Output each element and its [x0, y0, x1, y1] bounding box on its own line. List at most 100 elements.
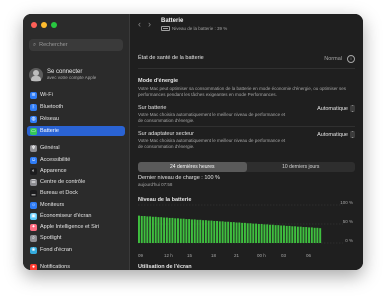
- battery-bar: [143, 216, 146, 243]
- sidebar-item-5[interactable]: ✻ Général: [27, 143, 125, 153]
- sidebar-item-label: Batterie: [40, 128, 59, 134]
- battery-bar: [299, 226, 302, 243]
- divider: [138, 126, 355, 127]
- siri-icon: ✦: [30, 223, 37, 231]
- battery-bar: [193, 219, 196, 243]
- sidebar-item-2[interactable]: ᛒ Bluetooth: [27, 102, 125, 112]
- wallpaper-icon: ❀: [30, 246, 37, 254]
- sidebar-item-11[interactable]: ▣ Économiseur d'écran: [27, 211, 125, 221]
- battery-pane: ‹ › Batterie Niveau de la batterie : 39 …: [130, 14, 363, 270]
- battery-bar: [227, 221, 230, 243]
- minimize-button[interactable]: [41, 22, 47, 28]
- sun-icon: ☼: [30, 201, 37, 209]
- battery-bar: [202, 220, 205, 243]
- sidebar-item-9[interactable]: ▁ Bureau et Dock: [27, 188, 125, 198]
- screen-usage-title: Utilisation de l'écran: [138, 264, 192, 270]
- sidebar-item-6[interactable]: ☺ Accessibilité: [27, 155, 125, 165]
- battery-bar: [151, 216, 154, 243]
- tab-10-days[interactable]: 10 derniers jours: [247, 162, 356, 172]
- page-subtitle: Niveau de la batterie : 39 %: [161, 26, 227, 31]
- on-power-value: Automatique: [317, 131, 348, 138]
- search-icon: ⌕: [33, 41, 37, 48]
- globe-icon: ◍: [30, 115, 37, 123]
- time-range-segmented-control: 24 dernières heures 10 derniers jours: [138, 162, 355, 172]
- battery-bar: [196, 219, 199, 243]
- battery-bar: [294, 226, 297, 243]
- toolbar: ‹ › Batterie Niveau de la batterie : 39 …: [130, 14, 363, 38]
- battery-bar: [171, 217, 174, 243]
- sidebar-item-label: Bureau et Dock: [40, 190, 78, 196]
- popup-arrows-icon: ⌃ ⌄: [350, 104, 355, 113]
- battery-bar: [241, 222, 244, 243]
- sidebar-item-4[interactable]: ▭ Batterie: [27, 126, 125, 136]
- accessibility-icon: ☺: [30, 156, 37, 164]
- search-field[interactable]: ⌕ Rechercher: [29, 39, 123, 51]
- sidebar-item-13[interactable]: ⌕ Spotlight: [27, 233, 125, 243]
- battery-bar: [302, 227, 305, 243]
- battery-bar: [154, 216, 157, 243]
- battery-bar: [249, 223, 252, 243]
- battery-bar: [266, 224, 269, 243]
- battery-bar: [274, 225, 277, 243]
- battery-bar: [252, 223, 255, 243]
- forward-icon[interactable]: ›: [148, 19, 151, 29]
- window-controls: [31, 22, 57, 28]
- battery-health-row: État de santé de la batterie: [138, 55, 355, 61]
- account-subtitle: avec votre compte Apple: [47, 74, 97, 80]
- sidebar-item-label: Fond d'écran: [40, 247, 72, 253]
- battery-bar: [260, 224, 263, 243]
- x-tick-label: 09: [138, 253, 144, 258]
- sidebar-item-label: Bluetooth: [40, 104, 64, 110]
- on-power-popup[interactable]: Automatique ⌃ ⌄: [317, 131, 355, 138]
- on-power-description: Votre Mac choisira automatiquement le me…: [138, 138, 286, 149]
- battery-bar: [280, 225, 283, 243]
- battery-health-value-group: Normal i: [324, 55, 355, 63]
- sidebar-item-label: Centre de contrôle: [40, 179, 86, 185]
- on-battery-value: Automatique: [317, 105, 348, 112]
- sidebar-item-1[interactable]: ≋ Wi-Fi: [27, 90, 125, 100]
- battery-bar: [308, 227, 311, 243]
- battery-bar: [174, 218, 177, 243]
- sidebar-item-14[interactable]: ❀ Fond d'écran: [27, 245, 125, 255]
- back-icon[interactable]: ‹: [138, 19, 141, 29]
- battery-health-value: Normal: [324, 56, 342, 62]
- x-tick-label: 15: [187, 253, 193, 258]
- info-icon[interactable]: i: [347, 55, 355, 63]
- sidebar-item-3[interactable]: ◍ Réseau: [27, 114, 125, 124]
- last-charge-label: Dernier niveau de charge : 100 %: [138, 175, 220, 181]
- battery-bar: [177, 218, 179, 243]
- bell-icon: ●: [30, 263, 37, 270]
- battery-bar: [204, 220, 207, 243]
- battery-level-chart: [138, 204, 343, 244]
- apple-account-signin[interactable]: Se connecter avec votre compte Apple: [29, 67, 125, 83]
- zoom-button[interactable]: [51, 22, 57, 28]
- x-tick-label: 12 h: [164, 253, 173, 258]
- close-button[interactable]: [31, 22, 37, 28]
- battery-level-text: Niveau de la batterie : 39 %: [172, 26, 228, 31]
- battery-bar: [230, 222, 232, 243]
- sidebar: ⌕ Rechercher Se connecter avec votre com…: [23, 14, 130, 270]
- battery-bar: [182, 218, 185, 243]
- sidebar-item-12[interactable]: ✦ Apple Intelligence et Siri: [27, 222, 125, 232]
- battery-bar: [255, 223, 258, 243]
- battery-bar: [296, 226, 299, 243]
- sidebar-item-label: Wi-Fi: [40, 92, 53, 98]
- battery-bar: [277, 225, 280, 243]
- sidebar-item-8[interactable]: ☰ Centre de contrôle: [27, 177, 125, 187]
- battery-bar: [271, 224, 274, 243]
- sidebar-item-10[interactable]: ☼ Moniteurs: [27, 200, 125, 210]
- battery-bar: [188, 219, 191, 243]
- screensaver-icon: ▣: [30, 212, 37, 220]
- battery-bar: [165, 217, 168, 243]
- battery-bar: [224, 221, 227, 243]
- battery-bar: [243, 222, 246, 243]
- sidebar-item-label: Spotlight: [40, 235, 62, 241]
- sidebar-item-15[interactable]: ● Notifications: [27, 262, 125, 270]
- on-battery-popup[interactable]: Automatique ⌃ ⌄: [317, 105, 355, 112]
- tab-24h[interactable]: 24 dernières heures: [138, 162, 247, 172]
- popup-arrows-icon: ⌃ ⌄: [350, 130, 355, 139]
- search-placeholder: Rechercher: [39, 42, 68, 48]
- x-tick-label: 06: [306, 253, 312, 258]
- sidebar-item-7[interactable]: ◐ Apparence: [27, 166, 125, 176]
- battery-bar: [246, 223, 249, 243]
